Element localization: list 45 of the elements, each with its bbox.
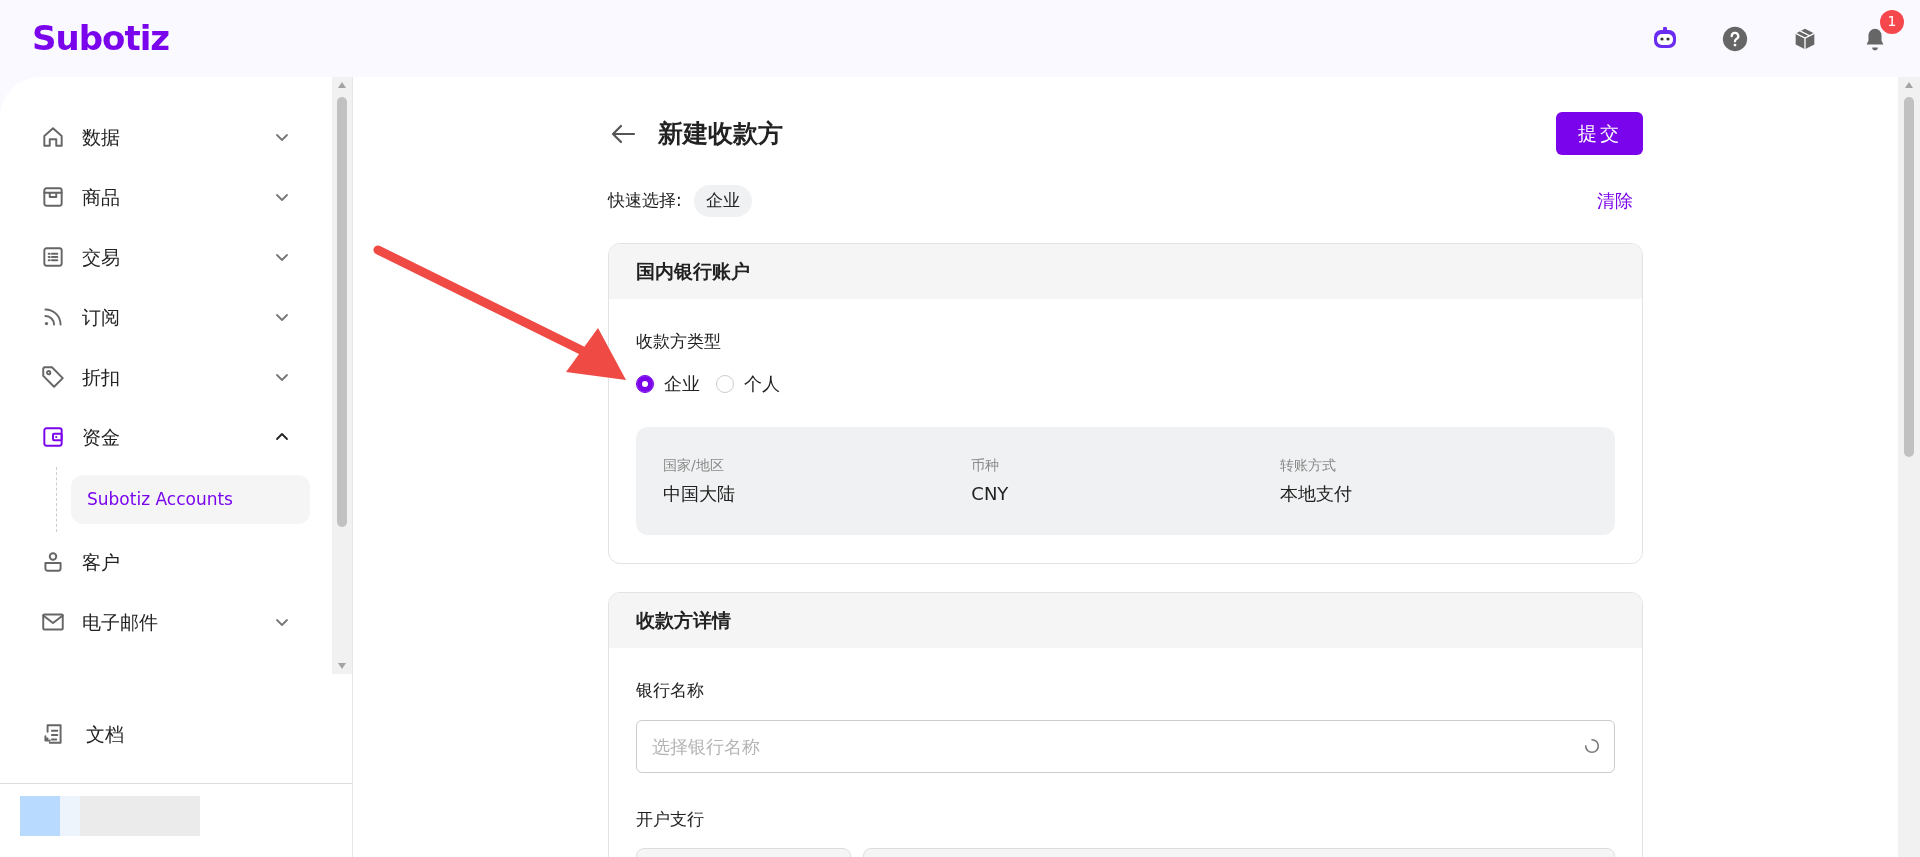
scroll-up-icon[interactable] [1904, 81, 1914, 89]
sidebar-item[interactable]: 商品 [40, 167, 332, 227]
sidebar-item[interactable]: 电子邮件 [40, 592, 332, 652]
sidebar-subitem[interactable]: Subotiz Accounts [71, 475, 310, 524]
tag-icon [40, 364, 66, 390]
info-label: 国家/地区 [663, 456, 725, 475]
sidebar-item[interactable]: 订阅 [40, 287, 332, 347]
store-icon [40, 184, 66, 210]
list-icon [40, 244, 66, 270]
sidebar-item[interactable]: 折扣 [40, 347, 332, 407]
info-value: 本地支付 [1279, 482, 1353, 506]
bank-select[interactable]: 选择银行名称 [636, 719, 1615, 773]
info-label: 币种 [971, 456, 1001, 475]
scrollbar[interactable] [1898, 77, 1920, 857]
field-label: 开户支行 [636, 807, 705, 831]
info-label: 转账方式 [1279, 456, 1337, 475]
sidebar-item[interactable]: 资金 [40, 407, 332, 467]
sidebar-item[interactable]: 客户 [40, 532, 332, 592]
logo: Subotiz [32, 17, 170, 60]
scroll-thumb[interactable] [1904, 97, 1914, 457]
scroll-down-icon[interactable] [337, 662, 347, 670]
info-value: CNY [971, 482, 1010, 506]
sidebar-item[interactable]: 数据 [40, 107, 332, 167]
quick-select-label: 快速选择: [608, 189, 682, 212]
quick-select-chip[interactable]: 企业 [693, 185, 752, 217]
radio-label[interactable]: 企业 [664, 370, 700, 397]
info-value: 中国大陆 [663, 482, 736, 506]
wallet-icon [40, 424, 66, 450]
radio-button[interactable] [636, 374, 654, 393]
help-icon[interactable] [1721, 24, 1749, 53]
field-label: 收款方类型 [636, 329, 722, 353]
clear-link[interactable]: 清除 [1597, 187, 1633, 215]
field-label: 银行名称 [636, 679, 705, 702]
house-icon [40, 124, 66, 150]
card-title: 收款方详情 [609, 593, 1642, 648]
submit-button[interactable]: 提交 [1556, 112, 1643, 155]
card-title: 国内银行账户 [609, 243, 1642, 299]
page-title: 新建收款方 [658, 118, 783, 149]
notification-badge: 1 [1880, 9, 1904, 34]
sidebar-item[interactable]: 交易 [40, 227, 332, 287]
scroll-thumb[interactable] [337, 97, 347, 527]
sidebar-item[interactable]: 文档 [40, 704, 352, 764]
scroll-up-icon[interactable] [337, 81, 347, 89]
scrollbar[interactable] [332, 77, 352, 674]
radio-label[interactable]: 个人 [744, 370, 780, 397]
